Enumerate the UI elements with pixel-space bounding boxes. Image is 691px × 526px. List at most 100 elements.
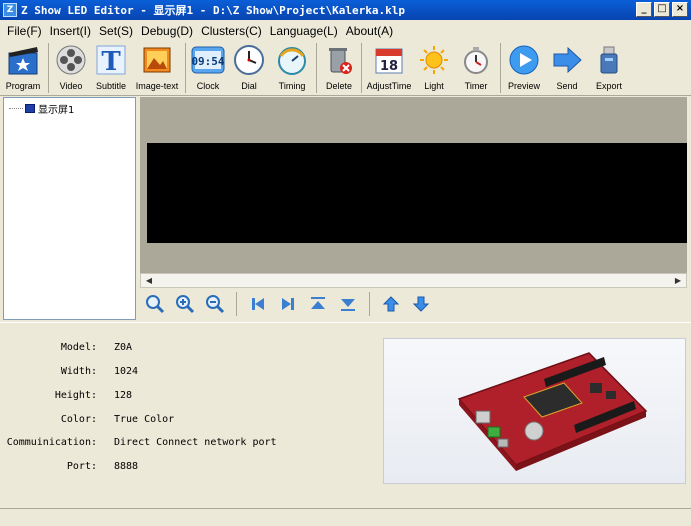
move-down-button[interactable] (407, 292, 435, 316)
align-top-button[interactable] (304, 292, 332, 316)
subtitle-button[interactable]: T Subtitle (91, 41, 131, 96)
zoom-icon (146, 295, 165, 314)
height-label: Height: (54, 390, 97, 401)
minimize-button[interactable]: _ (636, 2, 652, 17)
zoom-out-icon (206, 295, 225, 314)
arrow-up-icon (382, 296, 400, 312)
toolbar-separator (185, 43, 186, 93)
timing-icon (275, 43, 309, 77)
program-button[interactable]: Program (0, 41, 46, 96)
port-label: Port: (66, 461, 97, 472)
screen-icon (25, 104, 35, 113)
dial-icon (232, 43, 266, 77)
color-value: True Color (114, 414, 175, 425)
clock-icon: 09:54 (191, 43, 225, 77)
port-row: Port: 8888 (0, 461, 138, 472)
zoom-in-icon (176, 295, 195, 314)
width-value: 1024 (114, 366, 139, 377)
timer-icon (459, 43, 493, 77)
menu-insert[interactable]: Insert(I) (47, 24, 96, 38)
height-value: 128 (114, 390, 133, 401)
menu-about[interactable]: About(A) (343, 24, 398, 38)
svg-text:T: T (101, 47, 121, 76)
port-value: 8888 (114, 461, 139, 472)
last-button[interactable] (274, 292, 302, 316)
toolbar-separator (500, 43, 501, 93)
menu-clusters[interactable]: Clusters(C) (198, 24, 267, 38)
export-icon (592, 43, 626, 77)
toolbar-separator (316, 43, 317, 93)
communication-row: Commuinication: Direct Connect network p… (0, 437, 277, 448)
toolbar-separator (48, 43, 49, 93)
align-bottom-button[interactable] (334, 292, 362, 316)
toolbar-separator (361, 43, 362, 93)
send-button[interactable]: Send (545, 41, 589, 96)
image-text-button[interactable]: Image-text (131, 41, 183, 96)
light-button[interactable]: Light (414, 41, 454, 96)
width-row: Width: 1024 (0, 366, 138, 377)
zoom-fit-button[interactable] (141, 292, 169, 316)
horizontal-scrollbar[interactable]: ◀ ▶ (140, 273, 687, 288)
controller-board-icon (457, 352, 648, 471)
skip-last-icon (282, 298, 294, 310)
skip-first-icon (252, 298, 264, 310)
align-top-icon (311, 297, 325, 309)
maximize-button[interactable]: □ (654, 2, 670, 17)
video-icon (54, 43, 88, 77)
move-up-button[interactable] (377, 292, 405, 316)
preview-icon (507, 43, 541, 77)
toolbar-separator (236, 292, 237, 316)
window-controls: _ □ × (636, 2, 688, 17)
send-icon (550, 43, 584, 77)
tree-connector (9, 108, 23, 109)
timer-button[interactable]: Timer (454, 41, 498, 96)
tree-item-screen[interactable]: 显示屏1 (9, 101, 74, 116)
delete-icon (322, 43, 356, 77)
height-row: Height: 128 (0, 390, 132, 401)
close-button[interactable]: × (672, 2, 688, 17)
model-value: Z0A (114, 342, 133, 353)
zoom-in-button[interactable] (171, 292, 199, 316)
scroll-right-icon[interactable]: ▶ (672, 275, 684, 287)
model-label: Model: (60, 342, 97, 353)
menu-language[interactable]: Language(L) (267, 24, 343, 38)
width-label: Width: (60, 366, 97, 377)
adjust-time-button[interactable]: 18 AdjustTime (364, 41, 414, 96)
model-row: Model: Z0A (0, 342, 132, 353)
scroll-left-icon[interactable]: ◀ (143, 275, 155, 287)
svg-text:09:54: 09:54 (191, 55, 224, 68)
subtitle-icon: T (94, 43, 128, 77)
tree-item-label: 显示屏1 (38, 105, 75, 116)
align-bottom-icon (341, 299, 355, 311)
light-icon (417, 43, 451, 77)
preview-area (140, 97, 687, 273)
led-display[interactable] (147, 143, 687, 243)
zoom-out-button[interactable] (201, 292, 229, 316)
menu-set[interactable]: Set(S) (96, 24, 138, 38)
first-button[interactable] (244, 292, 272, 316)
adjust-time-icon: 18 (372, 43, 406, 77)
preview-toolbar (140, 289, 687, 319)
svg-text:18: 18 (380, 59, 398, 74)
toolbar-separator (369, 292, 370, 316)
menu-debug[interactable]: Debug(D) (138, 24, 198, 38)
video-button[interactable]: Video (51, 41, 91, 96)
delete-button[interactable]: Delete (319, 41, 359, 96)
screen-tree: 显示屏1 (3, 97, 136, 320)
color-label: Color: (60, 414, 97, 425)
timing-button[interactable]: Timing (270, 41, 314, 96)
export-button[interactable]: Export (589, 41, 629, 96)
preview-button[interactable]: Preview (503, 41, 545, 96)
image-text-icon (140, 43, 174, 77)
clock-button[interactable]: 09:54 Clock (188, 41, 228, 96)
color-row: Color: True Color (0, 414, 174, 425)
menu-bar: File(F) Insert(I) Set(S) Debug(D) Cluste… (0, 20, 691, 41)
communication-value: Direct Connect network port (114, 437, 277, 448)
dial-button[interactable]: Dial (228, 41, 270, 96)
menu-file[interactable]: File(F) (4, 24, 47, 38)
main-toolbar: Program Video T Subtitle Image-text 09:5… (0, 41, 691, 96)
title-bar: Z Z Show LED Editor - 显示屏1 - D:\Z Show\P… (0, 0, 691, 20)
communication-label: Commuinication: (6, 437, 97, 448)
arrow-down-icon (412, 296, 430, 312)
controller-board-image (383, 338, 686, 484)
